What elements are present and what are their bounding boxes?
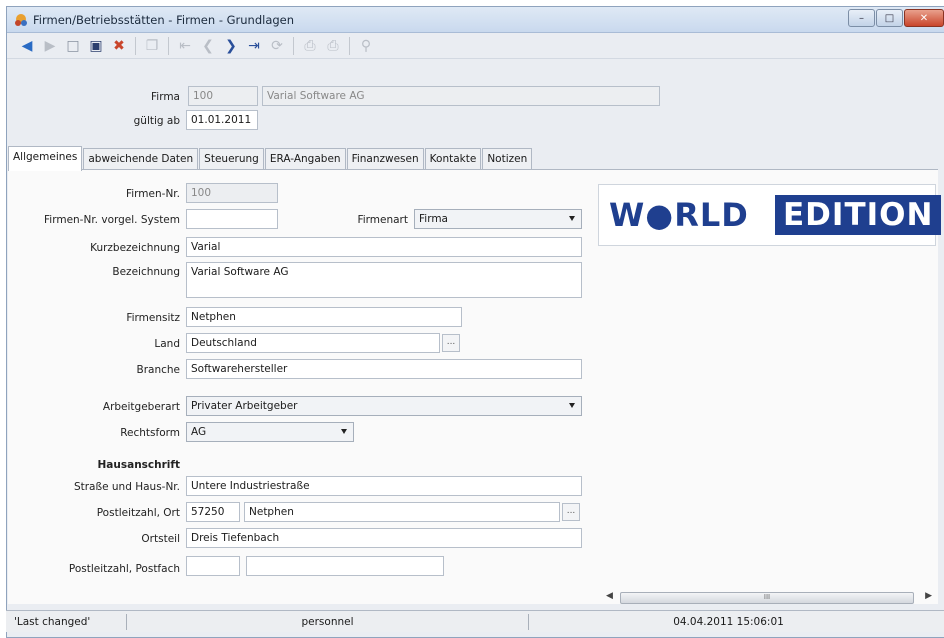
scroll-left-icon[interactable]: ◀ xyxy=(606,591,613,601)
chevron-down-icon xyxy=(569,403,575,408)
horizontal-scrollbar[interactable]: ◀ III ▶ xyxy=(600,590,936,606)
postfach-label: Postleitzahl, Postfach xyxy=(68,563,180,575)
scrollbar-thumb[interactable]: III xyxy=(620,592,914,604)
firma-number-field[interactable]: 100 xyxy=(188,86,258,106)
strasse-field[interactable]: Untere Industriestraße xyxy=(186,476,582,496)
tab-steuerung[interactable]: Steuerung xyxy=(199,148,264,170)
status-bar: 'Last changed' personnel 04.04.2011 15:0… xyxy=(6,610,944,632)
rechtsform-select[interactable]: AG xyxy=(186,422,354,442)
scroll-right-icon[interactable]: ▶ xyxy=(925,591,932,601)
status-timestamp: 04.04.2011 15:06:01 xyxy=(528,614,928,630)
firmenart-select[interactable]: Firma xyxy=(414,209,582,229)
postfach-plz-field[interactable] xyxy=(186,556,240,576)
chevron-down-icon xyxy=(341,429,347,434)
vorgel-system-field[interactable] xyxy=(186,209,278,229)
logo-edition-text: EDITION xyxy=(775,195,942,235)
ort-field[interactable]: Netphen xyxy=(244,502,560,522)
vorgel-system-label: Firmen-Nr. vorgel. System xyxy=(44,214,180,226)
save-icon[interactable]: ▣ xyxy=(86,36,106,56)
plz-field[interactable]: 57250 xyxy=(186,502,240,522)
toolbar-separator xyxy=(168,36,169,55)
rechtsform-label: Rechtsform xyxy=(120,427,180,439)
logo-world-text: W●RLD xyxy=(609,196,749,234)
tab-kontakte[interactable]: Kontakte xyxy=(424,148,482,170)
previous-record-icon[interactable]: ❮ xyxy=(198,36,218,56)
tab-bar: Allgemeines abweichende Daten Steuerung … xyxy=(8,146,533,171)
app-icon xyxy=(15,14,27,26)
ort-lookup-button[interactable]: ... xyxy=(562,503,580,521)
status-user: personnel xyxy=(126,614,528,630)
status-last-changed: 'Last changed' xyxy=(14,616,91,628)
close-button[interactable]: ✕ xyxy=(904,9,944,27)
ortsteil-field[interactable]: Dreis Tiefenbach xyxy=(186,528,582,548)
title-bar: Firmen/Betriebsstätten - Firmen - Grundl… xyxy=(7,7,944,33)
firma-name-field[interactable]: Varial Software AG xyxy=(262,86,660,106)
toolbar: ◀ ▶ □ ▣ ✖ ❐ ⇤ ❮ ❯ ⇥ ⟳ ⎙ ⎙ ⚲ xyxy=(7,33,944,59)
tab-abweichende-daten[interactable]: abweichende Daten xyxy=(83,148,199,170)
search-icon[interactable]: ⚲ xyxy=(356,36,376,56)
postfach-field[interactable] xyxy=(246,556,444,576)
firmensitz-label: Firmensitz xyxy=(126,312,180,324)
gueltig-ab-label: gültig ab xyxy=(133,115,180,127)
back-icon[interactable]: ◀ xyxy=(17,36,37,56)
bezeichnung-field[interactable]: Varial Software AG xyxy=(186,262,582,298)
toolbar-separator xyxy=(135,36,136,55)
chevron-down-icon xyxy=(569,216,575,221)
firmenart-value: Firma xyxy=(419,213,448,225)
toolbar-separator xyxy=(293,36,294,55)
ortsteil-label: Ortsteil xyxy=(141,533,180,545)
land-lookup-button[interactable]: ... xyxy=(442,334,460,352)
toolbar-separator xyxy=(349,36,350,55)
refresh-icon[interactable]: ⟳ xyxy=(267,36,287,56)
copy-icon[interactable]: ❐ xyxy=(142,36,162,56)
maximize-button[interactable]: □ xyxy=(876,9,903,27)
arbeitgeberart-select[interactable]: Privater Arbeitgeber xyxy=(186,396,582,416)
strasse-label: Straße und Haus-Nr. xyxy=(73,481,180,493)
new-document-icon[interactable]: □ xyxy=(63,36,83,56)
world-edition-logo: W●RLD EDITION xyxy=(598,184,942,246)
arbeitgeberart-label: Arbeitgeberart xyxy=(102,401,180,413)
print-icon[interactable]: ⎙ xyxy=(300,36,320,56)
rechtsform-value: AG xyxy=(191,426,207,438)
firmen-nr-label: Firmen-Nr. xyxy=(125,188,180,200)
branche-field[interactable]: Softwarehersteller xyxy=(186,359,582,379)
tab-notizen[interactable]: Notizen xyxy=(482,148,533,170)
minimize-button[interactable]: – xyxy=(848,9,875,27)
kurzbezeichnung-field[interactable]: Varial xyxy=(186,237,582,257)
firmenart-label: Firmenart xyxy=(357,214,408,226)
kurzbezeichnung-label: Kurzbezeichnung xyxy=(90,242,180,254)
firma-label: Firma xyxy=(151,91,180,103)
gueltig-ab-field[interactable]: 01.01.2011 xyxy=(186,110,258,130)
tab-allgemeines[interactable]: Allgemeines xyxy=(8,146,83,171)
tab-finanzwesen[interactable]: Finanzwesen xyxy=(346,148,424,170)
firmensitz-field[interactable]: Netphen xyxy=(186,307,462,327)
first-record-icon[interactable]: ⇤ xyxy=(175,36,195,56)
window-title: Firmen/Betriebsstätten - Firmen - Grundl… xyxy=(33,13,295,27)
last-record-icon[interactable]: ⇥ xyxy=(244,36,264,56)
hausanschrift-heading: Hausanschrift xyxy=(97,459,180,471)
tab-era-angaben[interactable]: ERA-Angaben xyxy=(264,148,346,170)
cancel-icon[interactable]: ✖ xyxy=(109,36,129,56)
plz-ort-label: Postleitzahl, Ort xyxy=(96,507,180,519)
forward-icon[interactable]: ▶ xyxy=(40,36,60,56)
bezeichnung-label: Bezeichnung xyxy=(112,266,180,278)
firmen-nr-field[interactable]: 100 xyxy=(186,183,278,203)
branche-label: Branche xyxy=(136,364,181,376)
next-record-icon[interactable]: ❯ xyxy=(221,36,241,56)
arbeitgeberart-value: Privater Arbeitgeber xyxy=(191,400,298,412)
land-field[interactable]: Deutschland xyxy=(186,333,440,353)
print-preview-icon[interactable]: ⎙ xyxy=(323,36,343,56)
land-label: Land xyxy=(154,338,180,350)
